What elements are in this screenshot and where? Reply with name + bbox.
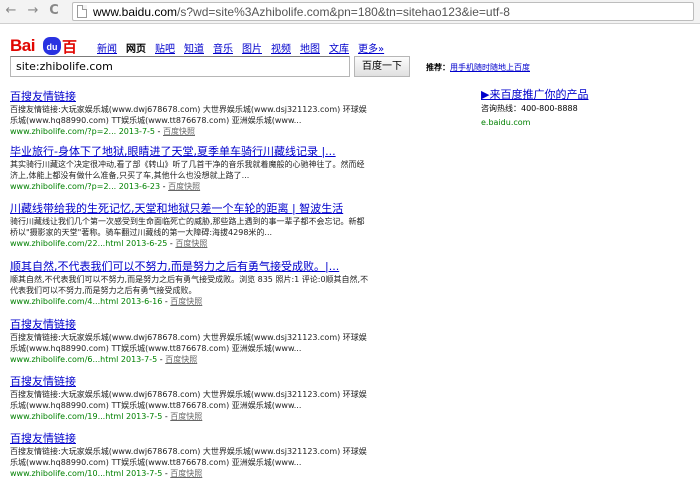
recommend-link[interactable]: 用手机随时随地上百度 (450, 63, 530, 72)
url-host: www.baidu.com (93, 5, 178, 19)
result-title[interactable]: 川藏线带给我的生死记忆,天堂和地狱只差一个车轮的距离 | 智波生活 (10, 202, 370, 215)
search-input[interactable]: site:zhibolife.com (10, 56, 350, 77)
snapshot-link[interactable]: 百度快照 (170, 297, 202, 306)
result-snippet: 百搜友情链接:大玩家娱乐城(www.dwj678678.com) 大世界娱乐城(… (10, 390, 367, 410)
result-url: www.zhibolife.com/22...html 2013-6-25 (10, 239, 168, 248)
result-title[interactable]: 毕业旅行-身体下了地狱,眼睛进了天堂,夏季单车骑行川藏线记录 |... (10, 145, 370, 158)
result-title[interactable]: 百搜友情链接 (10, 318, 370, 331)
result-item: 顺其自然,不代表我们可以不努力,而是努力之后有勇气接受成败。|... 顺其自然,… (10, 260, 370, 307)
result-snippet: 顺其自然,不代表我们可以不努力,而是努力之后有勇气接受成败。浏览 835 照片:… (10, 275, 369, 295)
nav-news[interactable]: 新闻 (97, 40, 117, 55)
result-url: www.zhibolife.com/19...html 2013-7-5 (10, 412, 163, 421)
recommend-bar: 推荐：用手机随时随地上百度 (426, 62, 530, 73)
result-title[interactable]: 百搜友情链接 (10, 432, 370, 445)
paw-icon: du (43, 37, 61, 55)
forward-icon[interactable]: → (26, 3, 40, 19)
result-snippet: 百搜友情链接:大玩家娱乐城(www.dwj678678.com) 大世界娱乐城(… (10, 333, 367, 353)
result-item: 毕业旅行-身体下了地狱,眼睛进了天堂,夏季单车骑行川藏线记录 |... 其实骑行… (10, 145, 370, 192)
result-snippet: 骑行川藏线让我们几个第一次感受到生命面临死亡的威胁,那些路上遇到的事一辈子都不会… (10, 217, 365, 237)
nav-tieba[interactable]: 贴吧 (155, 40, 175, 55)
nav-more[interactable]: 更多» (358, 40, 384, 55)
result-cite: www.zhibolife.com/?p=2... 2013-7-5 - 百度快… (10, 127, 195, 136)
result-cite: www.zhibolife.com/19...html 2013-7-5 - 百… (10, 412, 203, 421)
result-url: www.zhibolife.com/6...html 2013-7-5 (10, 355, 158, 364)
snapshot-link[interactable]: 百度快照 (168, 182, 200, 191)
result-title[interactable]: 顺其自然,不代表我们可以不努力,而是努力之后有勇气接受成败。|... (10, 260, 370, 273)
result-cite: www.zhibolife.com/10...html 2013-7-5 - 百… (10, 469, 203, 478)
address-bar[interactable]: www.baidu.com/s?wd=site%3Azhibolife.com&… (72, 2, 694, 21)
nav-video[interactable]: 视频 (271, 40, 291, 55)
result-item: 百搜友情链接 百搜友情链接:大玩家娱乐城(www.dwj678678.com) … (10, 432, 370, 479)
page-icon (77, 5, 87, 18)
result-title[interactable]: 百搜友情链接 (10, 375, 370, 388)
snapshot-link[interactable]: 百度快照 (175, 239, 207, 248)
nav-web: 网页 (126, 44, 146, 55)
result-item: 川藏线带给我的生死记忆,天堂和地狱只差一个车轮的距离 | 智波生活 骑行川藏线让… (10, 202, 370, 249)
ad-url: e.baidu.com (481, 118, 531, 127)
nav-music[interactable]: 音乐 (213, 40, 233, 55)
result-cite: www.zhibolife.com/4...html 2013-6-16 - 百… (10, 297, 203, 306)
snapshot-link[interactable]: 百度快照 (163, 127, 195, 136)
nav-map[interactable]: 地图 (300, 40, 320, 55)
nav-zhidao[interactable]: 知道 (184, 40, 204, 55)
nav-wenku[interactable]: 文库 (329, 40, 349, 55)
address-url[interactable]: www.baidu.com/s?wd=site%3Azhibolife.com&… (93, 5, 510, 19)
promo-ad: ▶来百度推广你的产品 咨询热线：400-800-8888 e.baidu.com (481, 88, 671, 127)
result-title[interactable]: 百搜友情链接 (10, 90, 370, 103)
result-url: www.zhibolife.com/?p=2... 2013-7-5 (10, 127, 156, 136)
result-item: 百搜友情链接 百搜友情链接:大玩家娱乐城(www.dwj678678.com) … (10, 90, 370, 137)
reload-icon[interactable]: C (47, 3, 61, 19)
result-url: www.zhibolife.com/?p=2... 2013-6-23 (10, 182, 161, 191)
url-path: /s?wd=site%3Azhibolife.com&pn=180&tn=sit… (177, 5, 510, 19)
nav-images[interactable]: 图片 (242, 40, 262, 55)
result-snippet: 百搜友情链接:大玩家娱乐城(www.dwj678678.com) 大世界娱乐城(… (10, 447, 367, 467)
result-item: 百搜友情链接 百搜友情链接:大玩家娱乐城(www.dwj678678.com) … (10, 318, 370, 365)
ad-title[interactable]: ▶来百度推广你的产品 (481, 88, 671, 101)
result-cite: www.zhibolife.com/22...html 2013-6-25 - … (10, 239, 208, 248)
result-cite: www.zhibolife.com/6...html 2013-7-5 - 百度… (10, 355, 198, 364)
result-snippet: 其实骑行川藏这个决定很冲动,看了部《转山》听了几首干净的音乐我就着魔般的心驰神往… (10, 160, 365, 180)
logo-bai: Bai (10, 36, 35, 55)
category-nav: 新闻 网页 贴吧 知道 音乐 图片 视频 地图 文库 更多» (97, 40, 393, 55)
search-button[interactable]: 百度一下 (354, 56, 410, 77)
back-icon[interactable]: ← (4, 3, 18, 19)
result-cite: www.zhibolife.com/?p=2... 2013-6-23 - 百度… (10, 182, 201, 191)
baidu-logo[interactable]: Bai du 百度 (10, 36, 86, 77)
result-snippet: 百搜友情链接:大玩家娱乐城(www.dwj678678.com) 大世界娱乐城(… (10, 105, 367, 125)
result-url: www.zhibolife.com/4...html 2013-6-16 (10, 297, 163, 306)
browser-toolbar: ← → C www.baidu.com/s?wd=site%3Azhibolif… (0, 0, 700, 24)
snapshot-link[interactable]: 百度快照 (170, 412, 202, 421)
result-item: 百搜友情链接 百搜友情链接:大玩家娱乐城(www.dwj678678.com) … (10, 375, 370, 422)
recommend-label: 推荐： (426, 63, 450, 72)
ad-phone: 咨询热线：400-800-8888 (481, 104, 578, 113)
snapshot-link[interactable]: 百度快照 (165, 355, 197, 364)
snapshot-link[interactable]: 百度快照 (170, 469, 202, 478)
result-url: www.zhibolife.com/10...html 2013-7-5 (10, 469, 163, 478)
